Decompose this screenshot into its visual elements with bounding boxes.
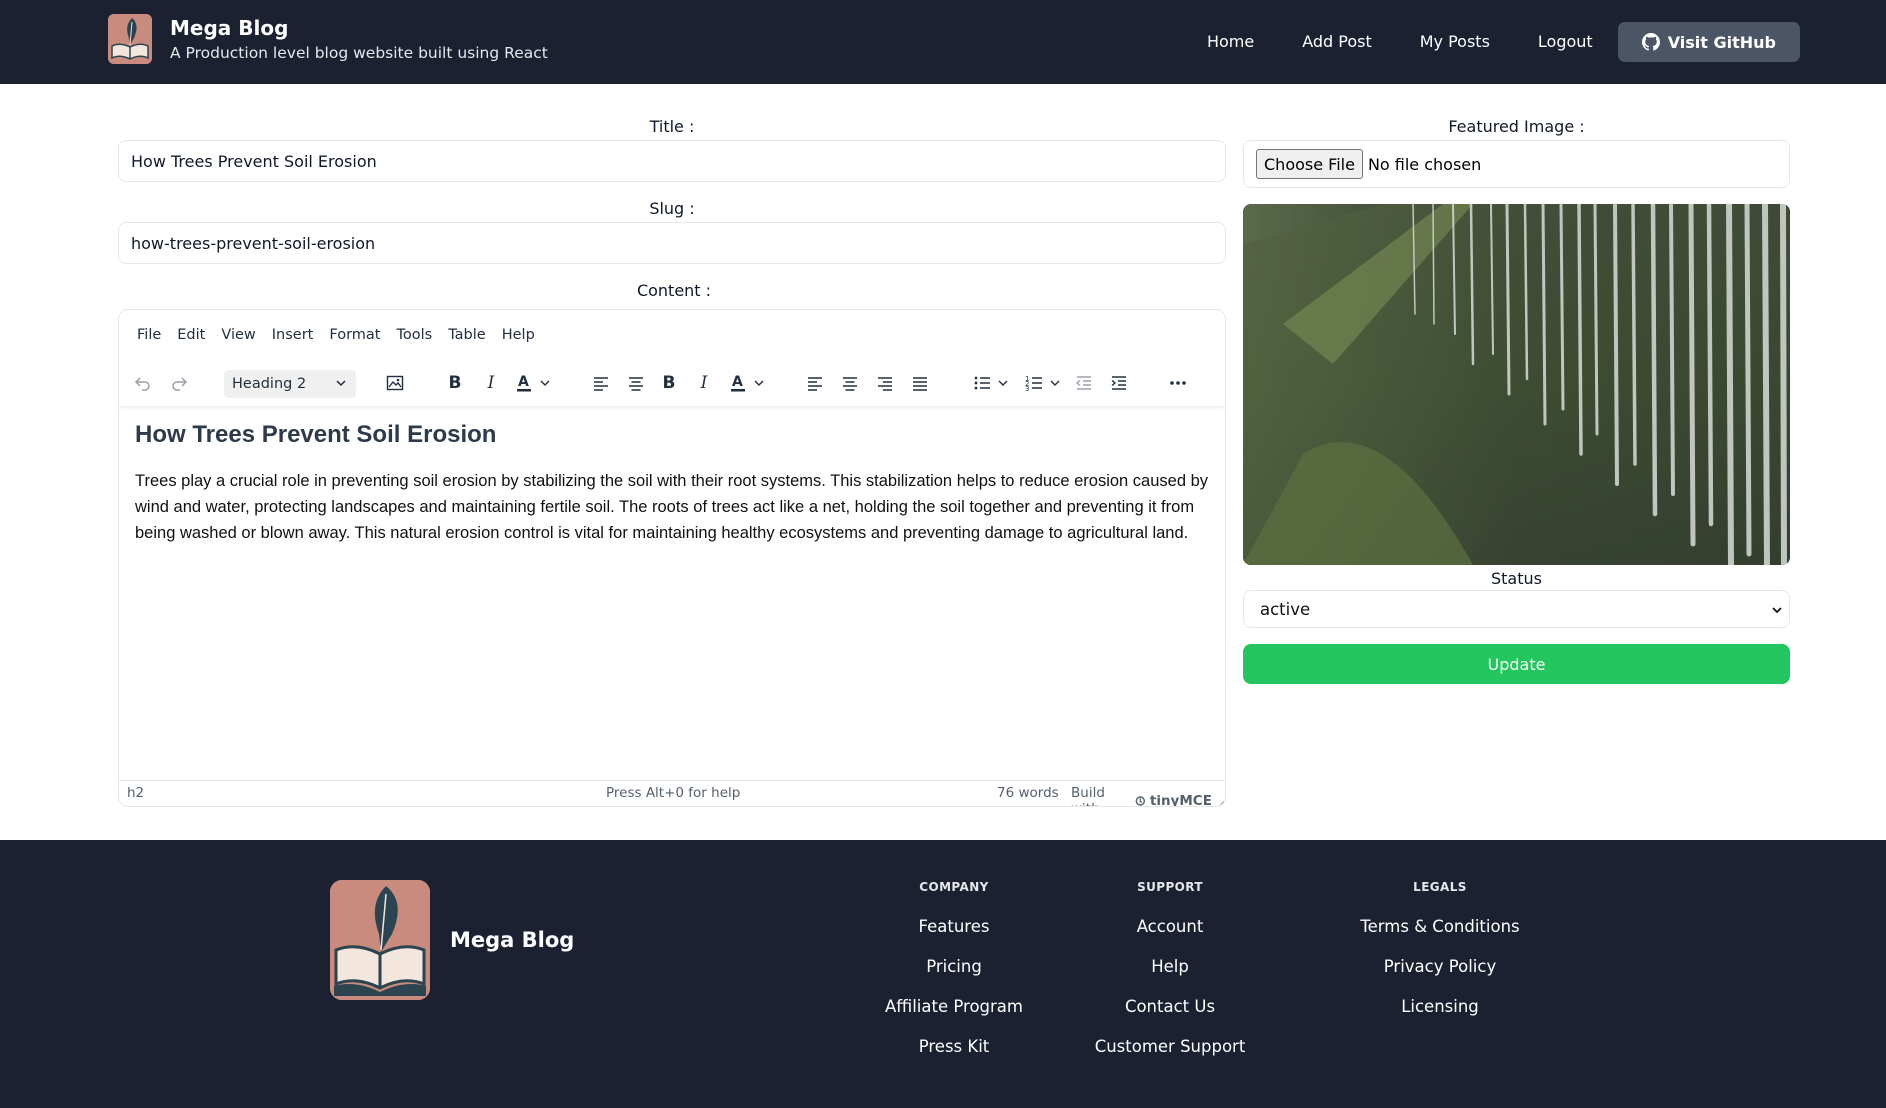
editor-toolbar: Heading 2 B I A B I A 1 2 3 bbox=[119, 360, 1225, 406]
footer-link-contact-us[interactable]: Contact Us bbox=[1070, 998, 1270, 1016]
word-count[interactable]: 76 words bbox=[997, 785, 1059, 801]
slug-label: Slug : bbox=[649, 199, 695, 218]
footer-link-help[interactable]: Help bbox=[1070, 958, 1270, 976]
tinymce-branding[interactable]: Build with tinyMCE bbox=[1071, 785, 1225, 807]
status-label: Status bbox=[1491, 569, 1542, 588]
more-icon[interactable] bbox=[1166, 360, 1190, 406]
svg-text:A: A bbox=[732, 374, 743, 390]
featured-image-label: Featured Image : bbox=[1448, 117, 1585, 136]
footer-link-customer-support[interactable]: Customer Support bbox=[1070, 1038, 1270, 1056]
align-justify-icon[interactable] bbox=[908, 360, 932, 406]
menu-edit[interactable]: Edit bbox=[169, 324, 213, 346]
footer-heading: SUPPORT bbox=[1137, 880, 1203, 894]
footer-column-legals: LEGALS Terms & Conditions Privacy Policy… bbox=[1340, 880, 1540, 1016]
footer-brand-title: Mega Blog bbox=[450, 928, 575, 952]
status-value: active bbox=[1260, 599, 1311, 619]
site-header: Mega Blog A Production level blog websit… bbox=[0, 0, 1886, 84]
resize-handle-icon[interactable] bbox=[1218, 800, 1225, 807]
italic-icon-2[interactable]: I bbox=[694, 360, 714, 406]
status-select[interactable]: active bbox=[1243, 590, 1790, 628]
featured-image-input[interactable]: Choose File No file chosen bbox=[1243, 140, 1790, 188]
block-format-select[interactable]: Heading 2 bbox=[224, 370, 356, 398]
nav-logout[interactable]: Logout bbox=[1514, 22, 1617, 62]
visit-github-button[interactable]: Visit GitHub bbox=[1617, 22, 1800, 62]
footer-logo-icon[interactable] bbox=[330, 880, 430, 1000]
align-left-icon-2[interactable] bbox=[803, 360, 827, 406]
footer-link-affiliate-program[interactable]: Affiliate Program bbox=[854, 998, 1054, 1016]
align-left-icon[interactable] bbox=[589, 360, 613, 406]
menu-format[interactable]: Format bbox=[321, 324, 388, 346]
menu-table[interactable]: Table bbox=[440, 324, 494, 346]
svg-text:A: A bbox=[518, 374, 529, 390]
footer-link-account[interactable]: Account bbox=[1070, 918, 1270, 936]
undo-icon[interactable] bbox=[131, 360, 155, 406]
content-paragraph[interactable]: Trees play a crucial role in preventing … bbox=[135, 468, 1211, 546]
chevron-down-icon bbox=[1772, 607, 1782, 614]
outdent-icon[interactable] bbox=[1072, 360, 1096, 406]
logo-icon bbox=[108, 14, 152, 64]
brand-title: Mega Blog bbox=[170, 15, 289, 40]
align-right-icon[interactable] bbox=[873, 360, 897, 406]
image-icon[interactable] bbox=[383, 360, 407, 406]
help-hint: Press Alt+0 for help bbox=[606, 785, 741, 801]
align-center-icon-2[interactable] bbox=[838, 360, 862, 406]
footer-column-company: COMPANY Features Pricing Affiliate Progr… bbox=[854, 880, 1054, 1056]
nav-home[interactable]: Home bbox=[1183, 22, 1278, 62]
tinymce-logo-icon bbox=[1135, 796, 1146, 806]
footer-link-licensing[interactable]: Licensing bbox=[1340, 998, 1540, 1016]
update-button[interactable]: Update bbox=[1243, 644, 1790, 684]
footer-link-pricing[interactable]: Pricing bbox=[854, 958, 1054, 976]
footer-heading: COMPANY bbox=[919, 880, 989, 894]
footer-link-press-kit[interactable]: Press Kit bbox=[854, 1038, 1054, 1056]
chevron-down-icon bbox=[336, 380, 346, 387]
bold-icon-2[interactable]: B bbox=[659, 360, 679, 406]
indent-icon[interactable] bbox=[1107, 360, 1131, 406]
github-icon bbox=[1641, 33, 1660, 51]
content-heading[interactable]: How Trees Prevent Soil Erosion bbox=[135, 420, 1215, 450]
title-input[interactable]: How Trees Prevent Soil Erosion bbox=[118, 140, 1226, 182]
text-color-icon[interactable]: A bbox=[515, 360, 555, 406]
rich-text-editor: File Edit View Insert Format Tools Table… bbox=[118, 309, 1226, 807]
slug-input[interactable]: how-trees-prevent-soil-erosion bbox=[118, 222, 1226, 264]
bullet-list-icon[interactable] bbox=[971, 360, 1015, 406]
menu-insert[interactable]: Insert bbox=[264, 324, 322, 346]
block-format-value: Heading 2 bbox=[232, 376, 307, 392]
main-nav: Home Add Post My Posts Logout Visit GitH… bbox=[1183, 22, 1800, 62]
svg-text:3: 3 bbox=[1025, 385, 1029, 393]
brand[interactable]: Mega Blog A Production level blog websit… bbox=[108, 14, 548, 64]
numbered-list-icon[interactable]: 123 bbox=[1023, 360, 1067, 406]
footer-link-features[interactable]: Features bbox=[854, 918, 1054, 936]
italic-icon[interactable]: I bbox=[481, 360, 501, 406]
menu-help[interactable]: Help bbox=[494, 324, 543, 346]
align-center-icon[interactable] bbox=[624, 360, 648, 406]
editor-menubar: File Edit View Insert Format Tools Table… bbox=[129, 324, 543, 346]
title-label: Title : bbox=[649, 117, 695, 136]
text-color-icon-2[interactable]: A bbox=[729, 360, 769, 406]
editor-statusbar: h2 Press Alt+0 for help 76 words Build w… bbox=[119, 780, 1225, 806]
tinymce-label: tinyMCE bbox=[1149, 793, 1212, 807]
visit-github-label: Visit GitHub bbox=[1667, 32, 1776, 52]
editor-content[interactable]: How Trees Prevent Soil Erosion Trees pla… bbox=[135, 420, 1215, 546]
site-footer: Mega Blog COMPANY Features Pricing Affil… bbox=[0, 840, 1886, 1108]
brand-subtitle: A Production level blog website built us… bbox=[170, 43, 548, 62]
choose-file-button[interactable]: Choose File bbox=[1256, 149, 1363, 179]
footer-column-support: SUPPORT Account Help Contact Us Customer… bbox=[1070, 880, 1270, 1056]
redo-icon[interactable] bbox=[167, 360, 191, 406]
file-status: No file chosen bbox=[1367, 154, 1482, 174]
menu-file[interactable]: File bbox=[129, 324, 169, 346]
footer-link-terms[interactable]: Terms & Conditions bbox=[1340, 918, 1540, 936]
build-with-label: Build with bbox=[1071, 785, 1105, 806]
footer-heading: LEGALS bbox=[1413, 880, 1467, 894]
nav-add-post[interactable]: Add Post bbox=[1278, 22, 1396, 62]
content-label: Content : bbox=[636, 281, 712, 300]
nav-my-posts[interactable]: My Posts bbox=[1396, 22, 1514, 62]
menu-tools[interactable]: Tools bbox=[388, 324, 440, 346]
element-path[interactable]: h2 bbox=[127, 785, 144, 801]
footer-link-privacy-policy[interactable]: Privacy Policy bbox=[1340, 958, 1540, 976]
featured-image-preview bbox=[1243, 204, 1790, 565]
bold-icon[interactable]: B bbox=[445, 360, 465, 406]
menu-view[interactable]: View bbox=[213, 324, 263, 346]
